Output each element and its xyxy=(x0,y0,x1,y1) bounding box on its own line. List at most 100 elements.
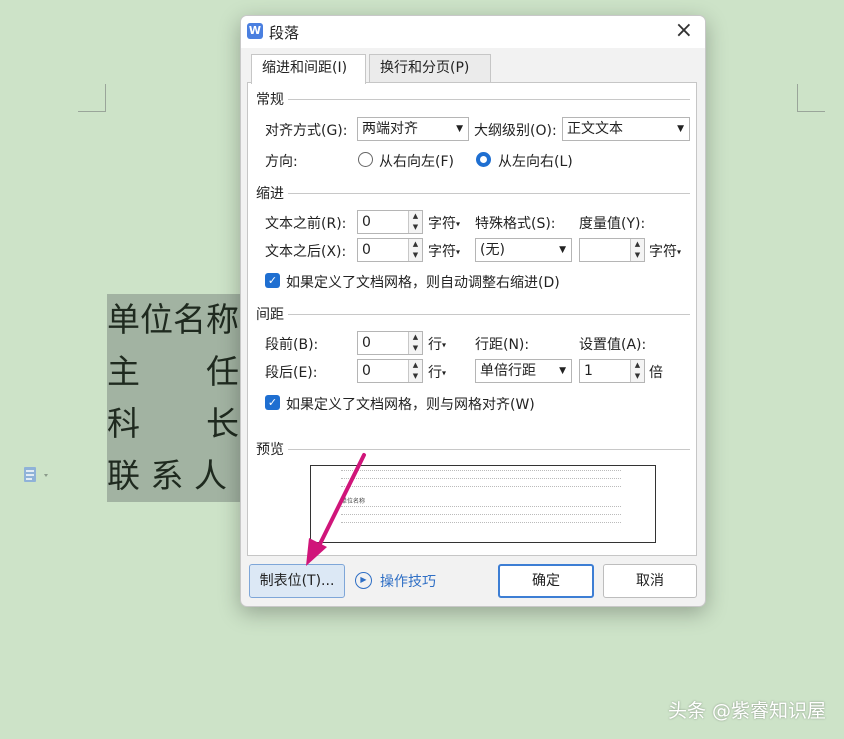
doc-line[interactable]: 联 系 人 xyxy=(107,450,257,502)
radio-ltr[interactable] xyxy=(476,152,491,167)
chevron-down-icon: ▾ xyxy=(456,219,461,229)
chevron-down-icon: ▾ xyxy=(456,247,461,257)
wps-writer-icon: W xyxy=(247,23,263,39)
spinner-buttons[interactable]: ▲ ▼ xyxy=(408,332,422,354)
space-after-label: 段后(E): xyxy=(265,365,318,381)
chevron-down-icon: ▾ xyxy=(442,368,447,378)
section-preview: 预览 xyxy=(256,442,284,458)
preview-box: 单位名称 xyxy=(310,465,656,543)
chevron-down-icon: ▾ xyxy=(442,340,447,350)
tips-link[interactable]: 操作技巧 xyxy=(380,571,436,591)
divider xyxy=(288,314,690,315)
watermark-text: 头条 @紫睿知识屋 xyxy=(667,700,826,722)
doc-line[interactable]: 单位名称 xyxy=(107,294,257,346)
spinner-buttons[interactable]: ▲ ▼ xyxy=(630,360,644,382)
indent-before-spinner[interactable]: 0 ▲ ▼ xyxy=(357,210,423,234)
divider xyxy=(288,193,690,194)
measure-unit-dropdown[interactable]: 字符▾ xyxy=(649,241,681,261)
preview-line xyxy=(341,478,621,481)
indent-after-spinner[interactable]: 0 ▲ ▼ xyxy=(357,238,423,262)
rtl-label[interactable]: 从右向左(F) xyxy=(379,151,454,171)
space-after-spinner[interactable]: 0 ▲ ▼ xyxy=(357,359,423,383)
indent-before-label: 文本之前(R): xyxy=(265,216,347,232)
spin-down-icon[interactable]: ▼ xyxy=(409,250,422,261)
tab-panel: 常规 对齐方式(G): 两端对齐 ▼ 大纲级别(O): 正文文本 ▼ 方向: 从… xyxy=(247,82,697,556)
spin-up-icon[interactable]: ▲ xyxy=(409,360,422,371)
section-indent: 缩进 xyxy=(256,186,284,202)
spacing-grid-checkbox[interactable]: ✓ xyxy=(265,395,280,410)
radio-rtl[interactable] xyxy=(358,152,373,167)
alignment-select[interactable]: 两端对齐 ▼ xyxy=(357,117,469,141)
outline-level-label: 大纲级别(O): xyxy=(474,123,557,139)
spinner-buttons[interactable]: ▲ ▼ xyxy=(408,239,422,261)
spin-down-icon[interactable]: ▼ xyxy=(631,250,644,261)
spinner-buttons[interactable]: ▲ ▼ xyxy=(630,239,644,261)
tab-line-page-breaks[interactable]: 换行和分页(P) xyxy=(369,54,491,82)
alignment-label: 对齐方式(G): xyxy=(265,123,348,139)
spin-up-icon[interactable]: ▲ xyxy=(409,332,422,343)
spin-down-icon[interactable]: ▼ xyxy=(409,222,422,233)
spin-down-icon[interactable]: ▼ xyxy=(409,343,422,354)
spin-down-icon[interactable]: ▼ xyxy=(409,371,422,382)
page-corner-mark-right xyxy=(797,84,825,112)
unit-label: 行 xyxy=(428,337,442,353)
outline-level-select[interactable]: 正文文本 ▼ xyxy=(562,117,690,141)
spinner-buttons[interactable]: ▲ ▼ xyxy=(408,360,422,382)
line-spacing-label: 行距(N): xyxy=(475,337,530,353)
page-corner-mark-left xyxy=(78,84,106,112)
paragraph-dialog: W 段落 × 缩进和间距(I) 换行和分页(P) 常规 对齐方式(G): 两端对… xyxy=(240,15,706,607)
chevron-down-icon: ▼ xyxy=(677,124,684,134)
spin-up-icon[interactable]: ▲ xyxy=(409,211,422,222)
spin-down-icon[interactable]: ▼ xyxy=(631,371,644,382)
measure-spinner[interactable]: ▲ ▼ xyxy=(579,238,645,262)
chevron-down-icon: ▾ xyxy=(677,247,682,257)
space-before-spinner[interactable]: 0 ▲ ▼ xyxy=(357,331,423,355)
play-circle-icon[interactable]: ▶ xyxy=(355,572,372,589)
indent-before-value: 0 xyxy=(362,214,371,230)
spinner-buttons[interactable]: ▲ ▼ xyxy=(408,211,422,233)
spin-up-icon[interactable]: ▲ xyxy=(631,360,644,371)
line-spacing-select[interactable]: 单倍行距 ▼ xyxy=(475,359,572,383)
chevron-down-icon: ▼ xyxy=(559,245,566,255)
dialog-title: 段落 xyxy=(269,24,300,42)
spin-up-icon[interactable]: ▲ xyxy=(631,239,644,250)
space-after-unit-dropdown[interactable]: 行▾ xyxy=(428,362,446,382)
space-before-label: 段前(B): xyxy=(265,337,319,353)
spin-up-icon[interactable]: ▲ xyxy=(409,239,422,250)
indent-after-unit-dropdown[interactable]: 字符▾ xyxy=(428,241,460,261)
paragraph-format-icon[interactable] xyxy=(22,465,56,485)
alignment-value: 两端对齐 xyxy=(362,121,418,137)
special-format-select[interactable]: (无) ▼ xyxy=(475,238,572,262)
spacing-grid-checkbox-label[interactable]: 如果定义了文档网格，则与网格对齐(W) xyxy=(286,394,535,414)
preview-line xyxy=(341,486,621,489)
indent-grid-checkbox-label[interactable]: 如果定义了文档网格，则自动调整右缩进(D) xyxy=(286,272,560,292)
preview-line xyxy=(341,522,621,525)
indent-before-unit-dropdown[interactable]: 字符▾ xyxy=(428,213,460,233)
setting-value: 1 xyxy=(584,363,593,379)
selected-document-text[interactable]: 单位名称 主 任 科 长 联 系 人 xyxy=(107,294,257,502)
ltr-label[interactable]: 从左向右(L) xyxy=(498,151,573,171)
dialog-titlebar[interactable]: W 段落 × xyxy=(241,16,705,48)
doc-line[interactable]: 科 长 xyxy=(107,398,257,450)
cancel-button[interactable]: 取消 xyxy=(603,564,697,598)
space-before-value: 0 xyxy=(362,335,371,351)
divider xyxy=(288,99,690,100)
doc-line[interactable]: 主 任 xyxy=(107,346,257,398)
chevron-down-icon: ▼ xyxy=(456,124,463,134)
ok-button[interactable]: 确定 xyxy=(498,564,594,598)
close-icon[interactable]: × xyxy=(675,19,693,43)
preview-line xyxy=(341,514,621,517)
tab-stops-button[interactable]: 制表位(T)... xyxy=(249,564,345,598)
indent-grid-checkbox[interactable]: ✓ xyxy=(265,273,280,288)
preview-line xyxy=(341,470,621,473)
special-format-label: 特殊格式(S): xyxy=(475,216,556,232)
unit-label: 字符 xyxy=(428,216,456,232)
preview-sample-text: 单位名称 xyxy=(341,498,366,505)
chevron-down-icon: ▼ xyxy=(559,366,566,376)
space-before-unit-dropdown[interactable]: 行▾ xyxy=(428,334,446,354)
setting-value-spinner[interactable]: 1 ▲ ▼ xyxy=(579,359,645,383)
tab-indent-spacing[interactable]: 缩进和间距(I) xyxy=(251,54,366,84)
divider xyxy=(288,449,690,450)
unit-label: 字符 xyxy=(649,244,677,260)
direction-label: 方向: xyxy=(265,154,298,170)
